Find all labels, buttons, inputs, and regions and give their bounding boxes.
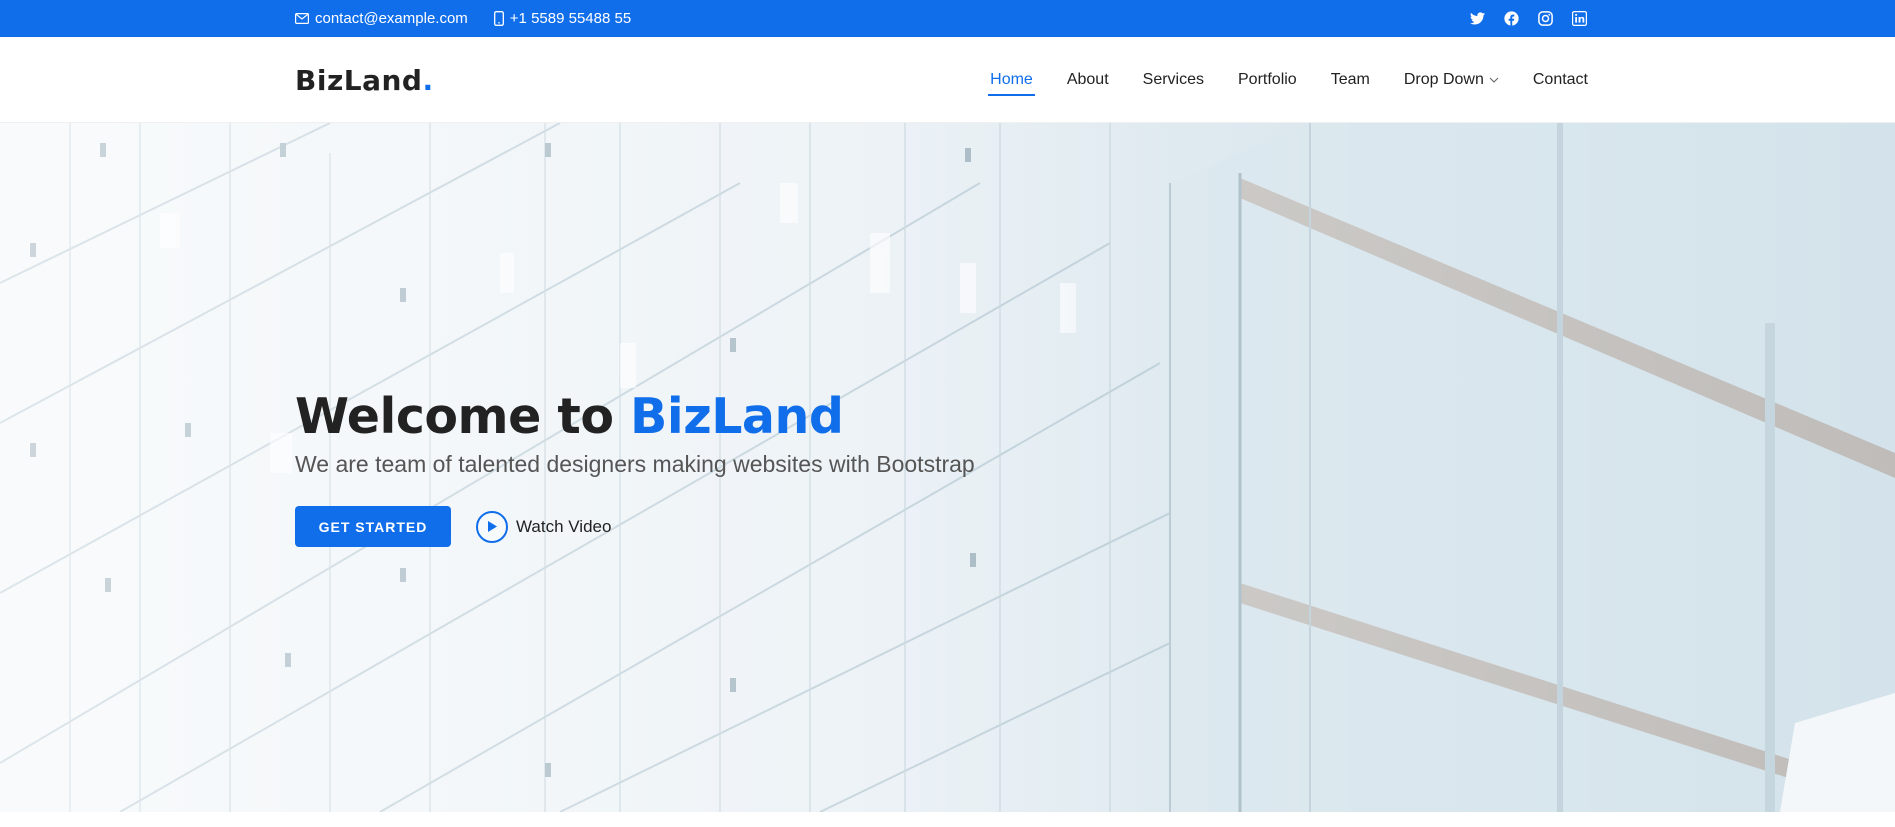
hero-content: Welcome to BizLand We are team of talent…	[295, 388, 975, 547]
nav-drop-down-label: Drop Down	[1403, 71, 1484, 88]
logo-dot: .	[422, 63, 434, 97]
facebook-icon[interactable]	[1502, 10, 1520, 28]
get-started-button[interactable]: GET STARTED	[295, 506, 451, 547]
instagram-icon[interactable]	[1536, 10, 1554, 28]
hero-actions: GET STARTED Watch Video	[295, 506, 975, 547]
social-links	[1452, 10, 1588, 28]
nav-about[interactable]: About	[1067, 60, 1109, 100]
twitter-icon[interactable]	[1468, 10, 1486, 28]
chevron-down-icon	[1489, 77, 1499, 83]
email-text: contact@example.com	[315, 10, 468, 27]
watch-video-link[interactable]: Watch Video	[476, 510, 612, 543]
nav-team[interactable]: Team	[1331, 60, 1370, 100]
hero-section: Welcome to BizLand We are team of talent…	[0, 123, 1895, 812]
logo-text: BizLand	[295, 63, 423, 97]
nav-home-label: Home	[990, 71, 1033, 88]
phone-icon	[493, 11, 504, 26]
top-bar: contact@example.com +1 5589 55488 55	[0, 0, 1895, 37]
hero-subtitle: We are team of talented designers making…	[295, 451, 975, 477]
nav-about-label: About	[1066, 71, 1109, 88]
nav-portfolio[interactable]: Portfolio	[1238, 60, 1297, 100]
nav-portfolio-label: Portfolio	[1238, 71, 1297, 88]
nav-team-label: Team	[1330, 71, 1370, 88]
nav-services[interactable]: Services	[1143, 60, 1204, 100]
phone-text: +1 5589 55488 55	[509, 10, 632, 27]
hero-title-brand: BizLand	[630, 388, 844, 445]
page-below-hero	[0, 812, 1895, 827]
nav-services-label: Services	[1142, 71, 1204, 88]
nav-contact-label: Contact	[1532, 71, 1588, 88]
watch-video-label: Watch Video	[516, 516, 612, 536]
site-header: BizLand. Home About Services Portfolio T…	[0, 37, 1895, 123]
nav-drop-down[interactable]: Drop Down	[1404, 60, 1499, 100]
phone-contact[interactable]: +1 5589 55488 55	[493, 10, 632, 27]
play-circle-icon	[476, 510, 508, 543]
site-logo[interactable]: BizLand.	[295, 64, 434, 97]
nav-contact[interactable]: Contact	[1533, 60, 1588, 100]
linkedin-icon[interactable]	[1570, 10, 1588, 28]
nav-home[interactable]: Home	[988, 60, 1035, 100]
contact-info: contact@example.com +1 5589 55488 55	[295, 10, 657, 27]
hero-title-prefix: Welcome to	[295, 388, 631, 445]
email-contact[interactable]: contact@example.com	[295, 10, 468, 27]
hero-title: Welcome to BizLand	[295, 388, 975, 445]
envelope-icon	[295, 13, 309, 24]
main-nav: Home About Services Portfolio Team Drop …	[988, 60, 1588, 100]
